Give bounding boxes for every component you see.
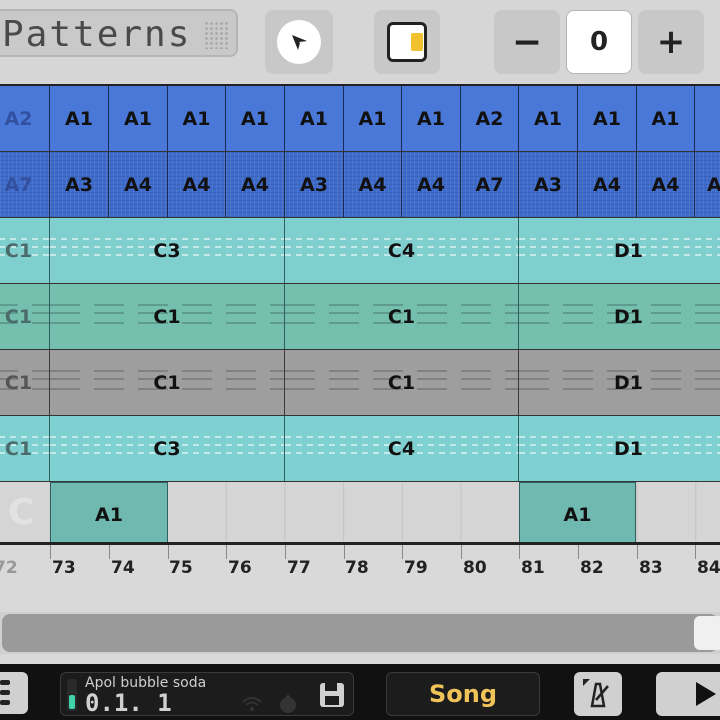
pattern-cell[interactable]: A1 <box>578 86 637 151</box>
ghost-label: C <box>8 492 35 533</box>
song-mode-button[interactable]: Song <box>386 672 540 716</box>
patterns-title: Patterns <box>2 14 192 55</box>
pattern-cell[interactable]: A1 <box>637 86 695 151</box>
pattern-cell[interactable]: A1 <box>50 482 168 544</box>
metronome-button[interactable] <box>574 672 622 716</box>
minus-icon: − <box>511 21 543 63</box>
pattern-cell[interactable]: D1 <box>519 218 720 283</box>
track-row-6: C1 C3 C4 D1 <box>0 416 720 481</box>
play-button[interactable] <box>656 672 720 716</box>
compass-button[interactable] <box>265 10 333 74</box>
patterns-title-display[interactable]: Patterns <box>0 9 238 57</box>
bar-number: 79 <box>404 558 428 578</box>
pattern-cell[interactable]: A1 <box>519 482 636 544</box>
zoom-in-button[interactable]: + <box>638 10 704 74</box>
pattern-cell[interactable]: C1 <box>0 218 50 283</box>
song-view-toggle[interactable] <box>374 10 440 74</box>
level-meter <box>67 679 77 711</box>
pattern-cell[interactable]: A1 <box>226 86 285 151</box>
bar-number: 82 <box>580 558 604 578</box>
pattern-cell[interactable]: A3 <box>50 152 109 217</box>
wifi-icon <box>242 697 262 711</box>
bar-number: 78 <box>345 558 369 578</box>
pattern-cell[interactable]: C1 <box>50 284 285 349</box>
pattern-cell[interactable]: A4 <box>344 152 402 217</box>
zoom-value: 0 <box>589 27 609 57</box>
pattern-cell[interactable]: A4 <box>637 152 695 217</box>
zoom-out-button[interactable]: − <box>494 10 560 74</box>
pattern-cell[interactable]: C4 <box>285 416 519 481</box>
arrangement-grid: A2 A1 A1 A1 A1 A1 A1 A1 A2 A1 A1 A1 A7 A… <box>0 84 720 544</box>
pattern-cell[interactable]: A4 <box>168 152 226 217</box>
pattern-cell[interactable]: A1 <box>519 86 578 151</box>
save-icon <box>320 683 344 707</box>
bar-number: 73 <box>52 558 76 578</box>
track-row-4: C1 C1 C1 D1 <box>0 284 720 349</box>
pattern-cell[interactable]: A1 <box>285 86 344 151</box>
bar-number: 84 <box>697 558 720 578</box>
bar-number: 77 <box>287 558 311 578</box>
pattern-cell[interactable]: C1 <box>285 350 519 415</box>
bar-number: 74 <box>111 558 135 578</box>
playhead-position: 0.1. 1 <box>85 689 172 717</box>
pattern-cell[interactable]: A1 <box>402 86 461 151</box>
save-button[interactable] <box>313 677 351 713</box>
track-row-3: C1 C3 C4 D1 <box>0 218 720 283</box>
pattern-cell[interactable]: A4 <box>578 152 637 217</box>
pattern-cell[interactable]: A2 <box>0 86 50 151</box>
play-icon <box>696 682 716 706</box>
pattern-cell[interactable]: D1 <box>519 284 720 349</box>
song-mode-label: Song <box>428 680 498 708</box>
scroll-thumb[interactable] <box>694 616 720 650</box>
pattern-cell[interactable]: C1 <box>0 284 50 349</box>
pattern-cell[interactable]: D1 <box>519 350 720 415</box>
pattern-cell[interactable]: C1 <box>50 350 285 415</box>
pattern-cell[interactable]: A1 <box>344 86 402 151</box>
dot-matrix-decoration <box>204 21 228 49</box>
pattern-cell[interactable]: A4 <box>226 152 285 217</box>
bar-ruler[interactable]: 72 73 74 75 76 77 78 79 80 81 82 83 84 <box>0 542 720 584</box>
track-row-1: A2 A1 A1 A1 A1 A1 A1 A1 A2 A1 A1 A1 <box>0 86 720 151</box>
pattern-cell[interactable]: A7 <box>461 152 519 217</box>
pattern-cell[interactable]: C1 <box>0 350 50 415</box>
zoom-value-display: 0 <box>566 10 632 74</box>
metronome-icon <box>583 679 609 708</box>
pattern-cell[interactable]: C1 <box>0 416 50 481</box>
bar-number: 75 <box>169 558 193 578</box>
track-row-5: C1 C1 C1 D1 <box>0 350 720 415</box>
pattern-cell[interactable]: D1 <box>519 416 720 481</box>
pattern-cell[interactable]: C3 <box>50 416 285 481</box>
pattern-cell[interactable]: A1 <box>168 86 226 151</box>
pattern-cell[interactable]: A2 <box>461 86 519 151</box>
compass-icon <box>277 20 321 64</box>
bar-number: 83 <box>639 558 663 578</box>
pattern-cell[interactable]: A7 <box>0 152 50 217</box>
bar-number: 72 <box>0 558 18 578</box>
song-view-icon <box>387 22 427 62</box>
horizontal-scrollbar[interactable] <box>0 612 720 654</box>
plus-icon: + <box>656 22 686 62</box>
track-row-7: C A1 A1 <box>0 482 720 544</box>
pattern-cell[interactable]: C3 <box>50 218 285 283</box>
bottom-bar: Apol bubble soda 0.1. 1 Song <box>0 664 720 720</box>
menu-button[interactable] <box>0 672 28 714</box>
link-icon <box>280 695 296 713</box>
bar-number: 81 <box>521 558 545 578</box>
track-row-2: A7 A3 A4 A4 A4 A3 A4 A4 A7 A3 A4 A4 A <box>0 152 720 217</box>
pattern-cell[interactable]: A4 <box>402 152 461 217</box>
bar-number: 80 <box>463 558 487 578</box>
pattern-cell[interactable]: A <box>695 152 720 217</box>
pattern-cell[interactable] <box>695 86 720 151</box>
pattern-cell[interactable]: C1 <box>285 284 519 349</box>
pattern-cell[interactable]: A3 <box>285 152 344 217</box>
pattern-cell[interactable]: C4 <box>285 218 519 283</box>
top-toolbar: Patterns − 0 + <box>0 0 720 84</box>
bar-number: 76 <box>228 558 252 578</box>
pattern-cell[interactable]: A1 <box>50 86 109 151</box>
pattern-cell[interactable]: A3 <box>519 152 578 217</box>
pattern-cell[interactable]: A1 <box>109 86 168 151</box>
scroll-track[interactable] <box>2 614 718 652</box>
pattern-cell[interactable]: A4 <box>109 152 168 217</box>
project-info-panel[interactable]: Apol bubble soda 0.1. 1 <box>60 672 354 717</box>
